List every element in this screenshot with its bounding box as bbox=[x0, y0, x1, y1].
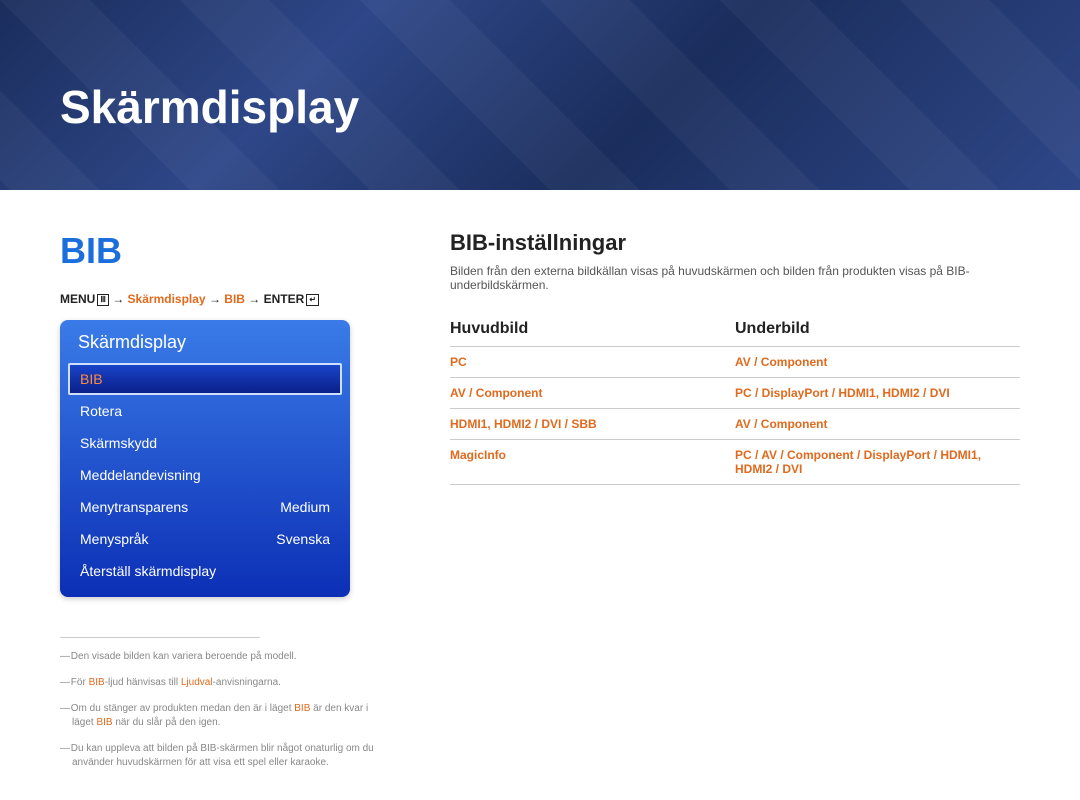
right-column: BIB-inställningar Bilden från den extern… bbox=[450, 230, 1020, 770]
menu-item-label: Menytransparens bbox=[80, 499, 188, 515]
cell-huvudbild: AV / Component bbox=[450, 386, 735, 400]
cell-underbild: AV / Component bbox=[735, 417, 1020, 431]
table-row: HDMI1, HDMI2 / DVI / SBB AV / Component bbox=[450, 409, 1020, 440]
footnotes bbox=[60, 637, 260, 638]
cell-huvudbild: PC bbox=[450, 355, 735, 369]
cell-huvudbild: HDMI1, HDMI2 / DVI / SBB bbox=[450, 417, 735, 431]
breadcrumb-arrow1: → bbox=[112, 292, 127, 306]
footnote-orange: BIB bbox=[89, 677, 105, 688]
menu-item-value: Svenska bbox=[276, 531, 330, 547]
menu-item-skarmskydd[interactable]: Skärmskydd bbox=[68, 427, 342, 459]
footnote-1: Den visade bilden kan variera beroende p… bbox=[60, 650, 390, 664]
menu-item-label: Rotera bbox=[80, 403, 122, 419]
footnote-text: -anvisningarna. bbox=[213, 677, 281, 688]
menu-item-label: Återställ skärmdisplay bbox=[80, 563, 216, 579]
right-heading: BIB-inställningar bbox=[450, 230, 1020, 256]
footnote-text: För bbox=[71, 677, 89, 688]
breadcrumb-path1: Skärmdisplay bbox=[128, 292, 206, 306]
menu-item-menytransparens[interactable]: Menytransparens Medium bbox=[68, 491, 342, 523]
footnote-orange: BIB bbox=[294, 703, 310, 714]
menu-item-bib[interactable]: BIB bbox=[68, 363, 342, 395]
table-header-row: Huvudbild Underbild bbox=[450, 312, 1020, 347]
footnote-text: -ljud hänvisas till bbox=[105, 677, 181, 688]
osd-menu-items: BIB Rotera Skärmskydd Meddelandevisning … bbox=[60, 363, 350, 587]
menu-item-menysprak[interactable]: Menyspråk Svenska bbox=[68, 523, 342, 555]
breadcrumb-menu: MENU bbox=[60, 292, 95, 306]
banner-title: Skärmdisplay bbox=[60, 80, 359, 134]
osd-menu-header: Skärmdisplay bbox=[60, 320, 350, 363]
cell-huvudbild: MagicInfo bbox=[450, 448, 735, 476]
section-title: BIB bbox=[60, 230, 390, 272]
right-description: Bilden från den externa bildkällan visas… bbox=[450, 264, 1020, 292]
page-banner: Skärmdisplay bbox=[0, 0, 1080, 190]
osd-menu-panel: Skärmdisplay BIB Rotera Skärmskydd Medde… bbox=[60, 320, 350, 597]
menu-item-value: Medium bbox=[280, 499, 330, 515]
enter-icon: ↵ bbox=[306, 294, 319, 306]
table-row: PC AV / Component bbox=[450, 347, 1020, 378]
cell-underbild: PC / AV / Component / DisplayPort / HDMI… bbox=[735, 448, 1020, 476]
table-row: AV / Component PC / DisplayPort / HDMI1,… bbox=[450, 378, 1020, 409]
breadcrumb-arrow2: → bbox=[209, 292, 224, 306]
footnote-orange: Ljudval bbox=[181, 677, 213, 688]
footnote-text: Om du stänger av produkten medan den är … bbox=[71, 703, 294, 714]
menu-item-label: BIB bbox=[80, 371, 103, 387]
table-row: MagicInfo PC / AV / Component / DisplayP… bbox=[450, 440, 1020, 485]
footnote-3: Om du stänger av produkten medan den är … bbox=[60, 702, 390, 730]
col-huvudbild: Huvudbild bbox=[450, 320, 735, 338]
menu-icon: Ⅲ bbox=[97, 294, 109, 306]
breadcrumb-enter: ENTER bbox=[264, 292, 305, 306]
menu-item-aterstall[interactable]: Återställ skärmdisplay bbox=[68, 555, 342, 587]
breadcrumb-arrow3: → bbox=[248, 292, 263, 306]
menu-item-label: Skärmskydd bbox=[80, 435, 157, 451]
breadcrumb-path2: BIB bbox=[224, 292, 245, 306]
menu-item-meddelandevisning[interactable]: Meddelandevisning bbox=[68, 459, 342, 491]
menu-item-label: Menyspråk bbox=[80, 531, 148, 547]
footnote-2: För BIB-ljud hänvisas till Ljudval-anvis… bbox=[60, 676, 390, 690]
footnote-text: när du slår på den igen. bbox=[113, 717, 221, 728]
cell-underbild: AV / Component bbox=[735, 355, 1020, 369]
bib-table: Huvudbild Underbild PC AV / Component AV… bbox=[450, 312, 1020, 485]
left-column: BIB MENUⅢ → Skärmdisplay → BIB → ENTER↵ … bbox=[60, 230, 390, 770]
cell-underbild: PC / DisplayPort / HDMI1, HDMI2 / DVI bbox=[735, 386, 1020, 400]
menu-item-rotera[interactable]: Rotera bbox=[68, 395, 342, 427]
col-underbild: Underbild bbox=[735, 320, 1020, 338]
footnote-4: Du kan uppleva att bilden på BIB-skärmen… bbox=[60, 742, 390, 770]
footnote-orange: BIB bbox=[96, 717, 112, 728]
menu-item-label: Meddelandevisning bbox=[80, 467, 201, 483]
content-area: BIB MENUⅢ → Skärmdisplay → BIB → ENTER↵ … bbox=[0, 190, 1080, 800]
breadcrumb: MENUⅢ → Skärmdisplay → BIB → ENTER↵ bbox=[60, 292, 390, 306]
